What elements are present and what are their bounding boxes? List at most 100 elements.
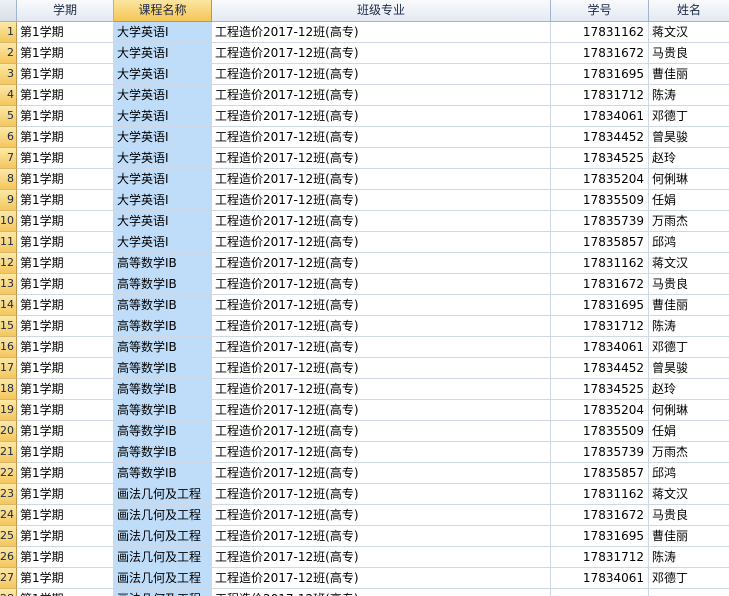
- cell-course[interactable]: 大学英语I: [114, 64, 212, 85]
- cell-class[interactable]: 工程造价2017-12班(高专): [212, 169, 551, 190]
- cell-student-id[interactable]: 17831162: [551, 22, 649, 43]
- cell-name[interactable]: 邓德丁: [649, 337, 729, 358]
- row-number[interactable]: 11: [0, 232, 17, 253]
- cell-term[interactable]: 第1学期: [17, 505, 114, 526]
- cell-course[interactable]: 画法几何及工程: [114, 526, 212, 547]
- cell-term[interactable]: 第1学期: [17, 400, 114, 421]
- cell-student-id[interactable]: 17834525: [551, 148, 649, 169]
- cell-class[interactable]: 工程造价2017-12班(高专): [212, 400, 551, 421]
- cell-class[interactable]: 工程造价2017-12班(高专): [212, 211, 551, 232]
- cell-course[interactable]: 画法几何及工程: [114, 484, 212, 505]
- cell-name[interactable]: 邓德丁: [649, 568, 729, 589]
- cell-class[interactable]: 工程造价2017-12班(高专): [212, 358, 551, 379]
- cell-class[interactable]: 工程造价2017-12班(高专): [212, 379, 551, 400]
- cell-name[interactable]: 蒋文汉: [649, 22, 729, 43]
- cell-student-id[interactable]: 17831672: [551, 274, 649, 295]
- column-header-course[interactable]: 课程名称: [114, 0, 212, 22]
- cell-course[interactable]: 高等数学IB: [114, 358, 212, 379]
- cell-name[interactable]: 何俐琳: [649, 400, 729, 421]
- row-number[interactable]: 12: [0, 253, 17, 274]
- cell-name[interactable]: 陈涛: [649, 547, 729, 568]
- cell-term[interactable]: 第1学期: [17, 169, 114, 190]
- cell-course[interactable]: 大学英语I: [114, 169, 212, 190]
- cell-student-id[interactable]: 17831162: [551, 253, 649, 274]
- row-number[interactable]: 28: [0, 589, 17, 596]
- cell-class[interactable]: 工程造价2017-12班(高专): [212, 64, 551, 85]
- cell-course[interactable]: 画法几何及工程: [114, 568, 212, 589]
- cell-student-id[interactable]: 17835739: [551, 211, 649, 232]
- cell-student-id[interactable]: 17835857: [551, 463, 649, 484]
- cell-class[interactable]: 工程造价2017-12班(高专): [212, 43, 551, 64]
- cell-course[interactable]: 大学英语I: [114, 43, 212, 64]
- row-number[interactable]: 4: [0, 85, 17, 106]
- cell-term[interactable]: 第1学期: [17, 379, 114, 400]
- row-number[interactable]: 1: [0, 22, 17, 43]
- cell-course[interactable]: 高等数学IB: [114, 274, 212, 295]
- row-number[interactable]: 6: [0, 127, 17, 148]
- row-number[interactable]: 8: [0, 169, 17, 190]
- cell-student-id[interactable]: 17835857: [551, 232, 649, 253]
- cell-name[interactable]: [649, 589, 729, 596]
- cell-course[interactable]: 大学英语I: [114, 106, 212, 127]
- cell-student-id[interactable]: 17831712: [551, 85, 649, 106]
- cell-student-id[interactable]: 17834452: [551, 358, 649, 379]
- cell-course[interactable]: 大学英语I: [114, 211, 212, 232]
- cell-name[interactable]: 任娟: [649, 421, 729, 442]
- row-number[interactable]: 3: [0, 64, 17, 85]
- cell-name[interactable]: 万雨杰: [649, 442, 729, 463]
- cell-student-id[interactable]: 17831672: [551, 43, 649, 64]
- cell-class[interactable]: 工程造价2017-12班(高专): [212, 253, 551, 274]
- cell-student-id[interactable]: 17831162: [551, 484, 649, 505]
- cell-name[interactable]: 马贵良: [649, 505, 729, 526]
- cell-class[interactable]: 工程造价2017-12班(高专): [212, 106, 551, 127]
- cell-course[interactable]: 画法几何及工程: [114, 505, 212, 526]
- cell-name[interactable]: 邱鸿: [649, 463, 729, 484]
- cell-term[interactable]: 第1学期: [17, 64, 114, 85]
- cell-name[interactable]: 曾昊骏: [649, 127, 729, 148]
- cell-student-id[interactable]: 17834061: [551, 568, 649, 589]
- row-number[interactable]: 16: [0, 337, 17, 358]
- row-number[interactable]: 5: [0, 106, 17, 127]
- cell-name[interactable]: 邱鸿: [649, 232, 729, 253]
- row-number[interactable]: 25: [0, 526, 17, 547]
- cell-class[interactable]: 工程造价2017-12班(高专): [212, 274, 551, 295]
- cell-student-id[interactable]: 17835204: [551, 400, 649, 421]
- cell-class[interactable]: 工程造价2017-12班(高专): [212, 421, 551, 442]
- cell-name[interactable]: 马贵良: [649, 43, 729, 64]
- column-header-class[interactable]: 班级专业: [212, 0, 551, 22]
- row-number[interactable]: 24: [0, 505, 17, 526]
- column-header-student-id[interactable]: 学号: [551, 0, 649, 22]
- cell-term[interactable]: 第1学期: [17, 568, 114, 589]
- row-number[interactable]: 27: [0, 568, 17, 589]
- cell-student-id[interactable]: 17835509: [551, 421, 649, 442]
- cell-class[interactable]: 工程造价2017-12班(高专): [212, 589, 551, 596]
- cell-course[interactable]: 大学英语I: [114, 148, 212, 169]
- cell-class[interactable]: 工程造价2017-12班(高专): [212, 463, 551, 484]
- cell-course[interactable]: 大学英语I: [114, 85, 212, 106]
- cell-class[interactable]: 工程造价2017-12班(高专): [212, 22, 551, 43]
- cell-name[interactable]: 蒋文汉: [649, 253, 729, 274]
- cell-student-id[interactable]: 17834061: [551, 337, 649, 358]
- cell-name[interactable]: 曹佳丽: [649, 295, 729, 316]
- cell-name[interactable]: 赵玲: [649, 148, 729, 169]
- cell-course[interactable]: 高等数学IB: [114, 400, 212, 421]
- row-number[interactable]: 23: [0, 484, 17, 505]
- cell-course[interactable]: 高等数学IB: [114, 379, 212, 400]
- cell-class[interactable]: 工程造价2017-12班(高专): [212, 526, 551, 547]
- cell-course[interactable]: 画法几何及工程: [114, 547, 212, 568]
- cell-class[interactable]: 工程造价2017-12班(高专): [212, 547, 551, 568]
- cell-class[interactable]: 工程造价2017-12班(高专): [212, 568, 551, 589]
- cell-term[interactable]: 第1学期: [17, 253, 114, 274]
- cell-term[interactable]: 第1学期: [17, 484, 114, 505]
- cell-student-id[interactable]: 17834061: [551, 106, 649, 127]
- cell-student-id[interactable]: 17831695: [551, 526, 649, 547]
- cell-course[interactable]: 画法几何及工程: [114, 589, 212, 596]
- cell-term[interactable]: 第1学期: [17, 127, 114, 148]
- cell-class[interactable]: 工程造价2017-12班(高专): [212, 337, 551, 358]
- cell-course[interactable]: 高等数学IB: [114, 295, 212, 316]
- cell-name[interactable]: 邓德丁: [649, 106, 729, 127]
- cell-name[interactable]: 万雨杰: [649, 211, 729, 232]
- cell-student-id[interactable]: 17831695: [551, 295, 649, 316]
- cell-student-id[interactable]: 17831672: [551, 505, 649, 526]
- cell-course[interactable]: 大学英语I: [114, 127, 212, 148]
